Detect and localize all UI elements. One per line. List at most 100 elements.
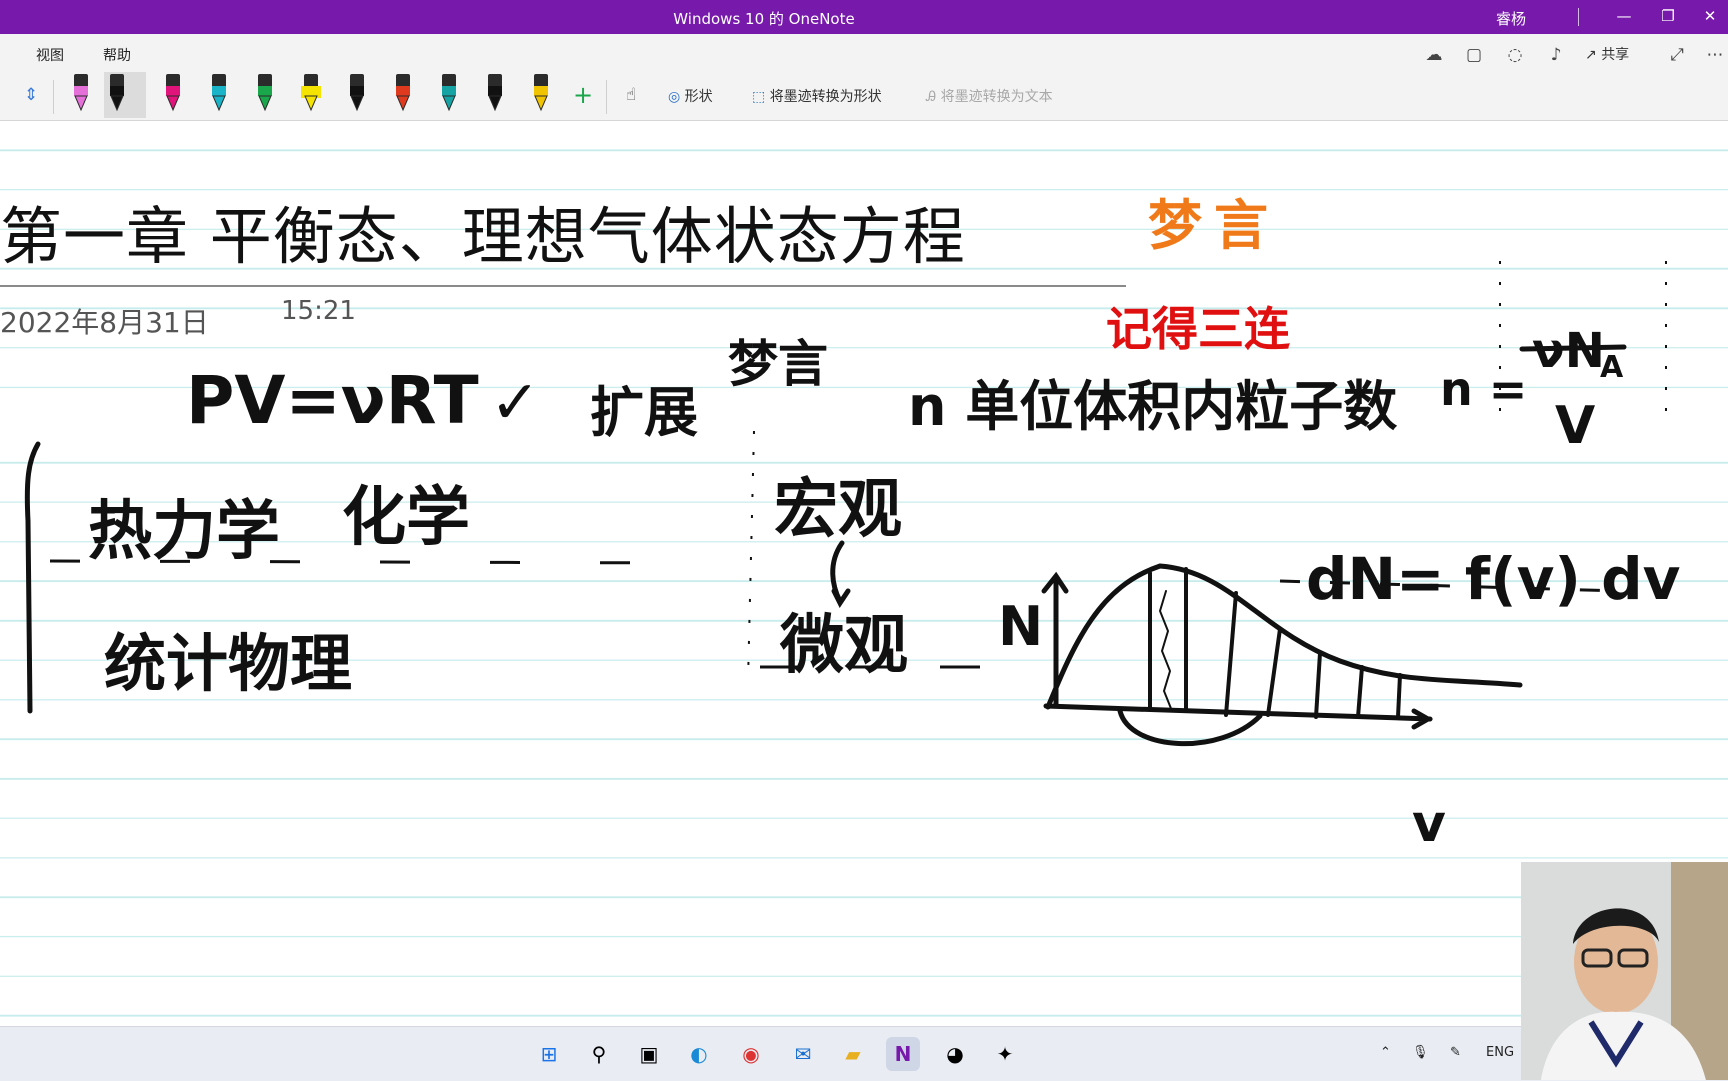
ribbon-separator [53,80,54,114]
bell-icon[interactable]: ♪ [1543,42,1569,68]
onenote-icon[interactable]: N [886,1037,920,1071]
ink-frac-den: V [1555,396,1595,456]
language-indicator[interactable]: ENG [1486,1045,1514,1060]
shape-label: 形状 [684,89,713,105]
ink-macro: 宏观 [774,473,902,547]
touch-draw-icon[interactable]: ☝ [618,82,644,108]
chrome-icon[interactable]: ◉ [734,1037,768,1071]
pen-icon [166,74,180,112]
ink-x-axis [1043,703,1434,730]
pen-icon [442,74,456,112]
pen-6[interactable] [298,72,324,118]
search-icon[interactable]: ⚲ [582,1037,616,1071]
ink-to-shape-button[interactable]: ⬚ 将墨迹转换为形状 [752,86,882,106]
ink-arrow [830,540,851,608]
ink-check: ✓ [490,368,540,438]
ink-brace [24,441,41,714]
ink-remember: 记得三连 [1106,302,1290,356]
pen-5[interactable] [252,72,278,118]
sync-icon[interactable]: ☁ [1421,42,1447,68]
ink-lower-curve [1117,708,1263,746]
ink-thermo: 热力学 [88,495,280,569]
title-separator [1578,8,1579,26]
pen-icon [258,74,272,112]
pen-11[interactable] [528,72,554,118]
pen-tray-icon[interactable]: ✎ [1450,1045,1461,1060]
shape-button[interactable]: ◎ 形状 [668,86,713,106]
start-icon[interactable]: ⊞ [532,1037,566,1071]
pen-3[interactable] [160,72,186,118]
pen-10[interactable] [482,72,508,118]
lightbulb-icon[interactable]: ◌ [1502,42,1528,68]
pen-icon [396,74,410,112]
share-button[interactable]: ↗ 共享 [1585,44,1629,64]
ink-strip-line [1314,651,1322,719]
pen-9[interactable] [436,72,462,118]
file-explorer-icon[interactable]: ▰ [836,1037,870,1071]
pen-8[interactable] [390,72,416,118]
close-button[interactable]: ✕ [1690,4,1728,28]
tray-chevron-icon[interactable]: ⌃ [1380,1045,1391,1060]
pen-icon [74,74,88,112]
window-title: Windows 10 的 OneNote [673,10,855,28]
pen-icon [350,74,364,112]
ink-strip-line [1266,627,1282,717]
ink-fraction-bar [1519,344,1627,352]
ink-strip-line [1224,591,1238,717]
ink-to-text-icon: Ꭿ [926,89,941,105]
edge-icon[interactable]: ◐ [682,1037,716,1071]
menu-view[interactable]: 视图 [36,45,64,65]
fullscreen-icon[interactable]: ⤢ [1664,42,1690,68]
shape-icon: ◎ [668,89,685,105]
ink-axis-n: N [998,595,1043,658]
pen-icon [534,74,548,112]
task-view-icon[interactable]: ▣ [632,1037,666,1071]
ink-expand: 扩展 [590,381,698,444]
restore-button[interactable]: ❐ [1648,4,1688,28]
menu-help[interactable]: 帮助 [103,45,131,65]
ink-frac-sub: A [1600,350,1624,385]
pen-icon [301,74,321,112]
ink-pvnrt: PV=νRT [186,362,479,439]
ink-divider-vertical [747,430,755,682]
ink-author: 梦言 [728,335,828,393]
microphone-icon[interactable]: 🎙 [1412,1045,1429,1060]
minimize-button[interactable]: — [1604,4,1644,28]
pen-icon [488,74,502,112]
pen-1[interactable] [68,72,94,118]
pen-4[interactable] [206,72,232,118]
ink-to-shape-label: 将墨迹转换为形状 [769,89,882,105]
ink-chem: 化学 [342,481,470,555]
ink-layer: PV=νRT ✓ 扩展 梦言 n 单位体积内粒子数 n = νN A V 热力学… [24,261,1680,854]
ink-n-label: n 单位体积内粒子数 [908,375,1397,438]
webcam-person [1521,862,1728,1080]
ink-shaded-strip [1158,590,1173,712]
ribbon-separator [606,80,607,114]
ink-dn-equation: dN= f(v) dv [1306,545,1680,613]
ink-stat-phys: 统计物理 [104,627,352,700]
share-label: 共享 [1601,47,1630,63]
ink-micro: 微观 [779,609,908,683]
note-page[interactable]: 第一章 平衡态、理想气体状态方程 2022年8月31日 15:21 梦言 PV=… [0,121,1728,1026]
ink-to-text-label: 将墨迹转换为文本 [940,89,1053,105]
taskbar: ⊞ ⚲ ▣ ◐ ◉ ✉ ▰ N ◕ ✦ ⌃ 🎙 ✎ ENG [0,1026,1728,1081]
app-icon[interactable]: ✦ [988,1037,1022,1071]
expand-space-icon[interactable]: ⇕ [18,82,44,108]
user-name[interactable]: 睿杨 [1496,8,1526,29]
ink-axis-v: v [1412,794,1446,854]
share-icon: ↗ [1585,47,1602,63]
pen-icon [212,74,226,112]
more-icon[interactable]: ⋯ [1702,42,1728,68]
add-pen-icon[interactable]: + [570,82,596,108]
ink-to-shape-icon: ⬚ [752,89,770,105]
mail-icon[interactable]: ✉ [786,1037,820,1071]
obs-icon[interactable]: ◕ [938,1037,972,1071]
webcam-overlay [1521,862,1728,1080]
pen-7[interactable] [344,72,370,118]
pen-2[interactable] [104,72,146,118]
pen-icon [110,74,124,112]
page-icon[interactable]: ▢ [1461,42,1487,68]
ink-n-symbol: n = [1440,362,1527,416]
ink-strip-line [1356,665,1364,719]
ink-to-text-button: Ꭿ 将墨迹转换为文本 [926,86,1053,106]
